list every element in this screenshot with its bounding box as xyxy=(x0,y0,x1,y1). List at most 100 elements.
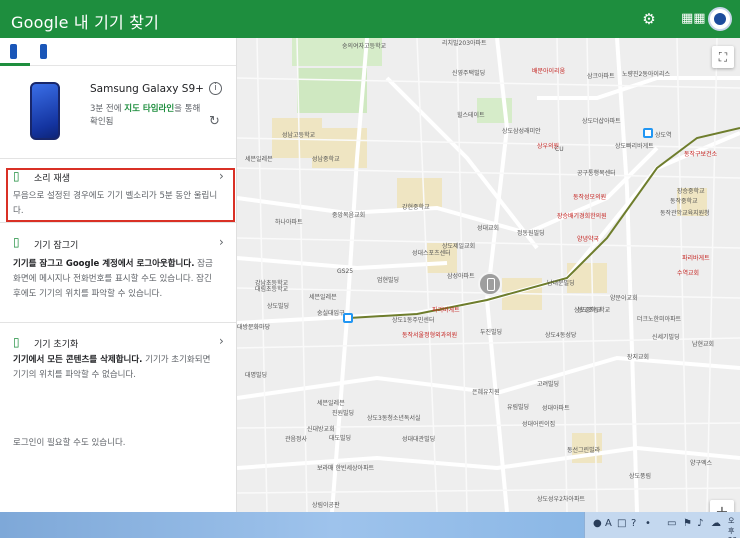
map-label: 고려빌딩 xyxy=(537,381,560,388)
ringing-phone-icon: ▯ xyxy=(13,169,20,183)
chevron-right-icon: › xyxy=(219,334,224,348)
erase-device-description-bold: 기기에서 모든 콘텐츠를 삭제합니다. xyxy=(13,355,143,365)
map-label: 동작성모의원 xyxy=(573,194,607,201)
map-label: 동작구보건소 xyxy=(684,151,718,158)
map-label: 상도더샵아파트 xyxy=(582,118,621,125)
info-icon[interactable]: i xyxy=(209,82,222,95)
last-seen-text: 3분 전에 지도 타임라인을 통해 확인됨 xyxy=(90,103,210,129)
map-label: 세븐일레븐 xyxy=(245,156,273,163)
map-label: 성대대관빌딩 xyxy=(402,436,436,443)
play-sound-action[interactable]: ▯ 소리 재생 › 무음으로 설정된 경우에도 기기 벨소리가 5분 동안 울립… xyxy=(0,158,236,222)
map-label: 엄현빌딩 xyxy=(377,277,400,284)
map-label: 상도1동주민센터 xyxy=(392,317,435,324)
map-label: 상도풍림 xyxy=(629,473,652,480)
subway-station-marker[interactable] xyxy=(343,313,353,323)
find-my-device-app: Google 내 기기 찾기 ⚙ ▦▦ Samsung Galaxy S9+ 3… xyxy=(0,0,740,538)
ime-icon[interactable]: □ xyxy=(617,518,626,529)
map-label: 성대교회 xyxy=(477,225,500,232)
map-view[interactable]: 숭의여자고등학교 리치빌203아파트 신영주택빌딩 배문아이리움 삼크아파트 노… xyxy=(237,38,740,512)
lock-phone-icon: ▯ xyxy=(13,235,20,249)
map-label: 힐스테이트 xyxy=(457,112,485,119)
map-label: 상도삼성래미안 xyxy=(502,128,541,135)
avatar[interactable] xyxy=(708,7,732,31)
last-seen-prefix: 3분 전에 xyxy=(90,104,122,114)
subway-station-marker[interactable] xyxy=(643,128,653,138)
secure-device-action[interactable]: ▯ 기기 잠그기 › 기기를 잠그고 Google 계정에서 로그아웃합니다. … xyxy=(0,222,236,314)
map-label: 숭실대입구 xyxy=(317,310,345,317)
map-label: 양녕약국 xyxy=(577,236,600,243)
chevron-right-icon: › xyxy=(219,169,224,183)
gear-icon[interactable]: ⚙ xyxy=(639,9,659,29)
timeline-link[interactable]: 지도 타임라인 xyxy=(124,104,174,114)
map-label: 상도빠리바게트 xyxy=(615,143,654,150)
map-label: 정동원빌딩 xyxy=(517,230,545,237)
map-label: 진원빌딩 xyxy=(332,410,355,417)
erase-device-title: 기기 초기화 xyxy=(34,340,79,350)
device-tabs xyxy=(0,38,236,66)
map-label: 남대문빌딩 xyxy=(547,280,575,287)
map-label: 장승중학교 xyxy=(677,188,705,195)
device-location-marker[interactable] xyxy=(478,272,502,296)
device-tab-phone-1[interactable] xyxy=(10,44,17,59)
map-label: 양구엑스 xyxy=(690,460,713,467)
mic-icon[interactable]: • xyxy=(645,518,651,529)
apps-grid-icon[interactable]: ▦▦ xyxy=(681,9,706,29)
map-label: 세븐일레븐 xyxy=(317,400,345,407)
map-label: 세븐일레븐 xyxy=(309,294,337,301)
map-label: 더크노한미아파트 xyxy=(637,316,682,323)
map-label: 대명빌딩 xyxy=(245,372,268,379)
flag-icon[interactable]: ⚑ xyxy=(683,518,692,529)
map-label: 은혜유치원 xyxy=(472,389,500,396)
map-label: 삼크아파트 xyxy=(587,73,615,80)
refresh-icon[interactable]: ↻ xyxy=(209,114,220,129)
sidebar: Samsung Galaxy S9+ 3분 전에 지도 타임라인을 통해 확인됨… xyxy=(0,38,237,512)
clock[interactable]: 오후 20 xyxy=(728,516,740,538)
map-label: 보라매 한빈세상아파트 xyxy=(317,465,375,472)
app-title[interactable]: Google 내 기기 찾기 xyxy=(11,9,159,33)
map-label: 두진빌딩 xyxy=(480,329,503,336)
play-sound-description: 무음으로 설정된 경우에도 기기 벨소리가 5분 동안 울립니다. xyxy=(13,191,218,216)
network-icon[interactable]: ● xyxy=(593,518,602,529)
keyboard-icon[interactable]: A xyxy=(605,518,612,529)
map-label: 성남고등학교 xyxy=(282,132,316,139)
map-label: 파리바게트 xyxy=(682,255,710,262)
map-label: 동작관악교육지원청 xyxy=(660,210,710,217)
monitor-icon[interactable]: ▭ xyxy=(667,518,676,529)
map-label: 유림빌딩 xyxy=(507,404,530,411)
map-label: 양문이교회 xyxy=(610,295,638,302)
map-label: 상도빌딩 xyxy=(267,303,290,310)
login-note: 로그인이 필요할 수도 있습니다. xyxy=(13,438,126,448)
map-label: 상도성우2차아파트 xyxy=(537,496,585,503)
cloud-icon[interactable]: ☁ xyxy=(711,518,721,529)
map-label: 신세기빌딩 xyxy=(652,334,680,341)
map-label: GS25 xyxy=(337,268,354,275)
map-label: 강현중학교 xyxy=(402,204,430,211)
map-label: 리치빌203아파트 xyxy=(442,40,487,47)
map-label: 대방문화마당 xyxy=(237,324,271,331)
map-label: 관음정사 xyxy=(285,436,308,443)
map-label: 성대아파트 xyxy=(542,405,570,412)
zoom-in-button[interactable]: + xyxy=(710,500,734,512)
map-label: 상림이공판 xyxy=(312,502,340,509)
volume-icon[interactable]: ♪ xyxy=(697,518,703,529)
map-label: 성남중학교 xyxy=(312,156,340,163)
map-label: 공구통행복센터 xyxy=(577,170,616,177)
map-label: 동작서울정형외과의원 xyxy=(402,332,458,339)
clock-time: 오후 xyxy=(728,517,735,535)
map-label: 대도빌딩 xyxy=(329,435,352,442)
erase-phone-icon: ▯ xyxy=(13,335,20,349)
device-tab-phone-2[interactable] xyxy=(40,44,47,59)
fullscreen-button[interactable]: ⛶ xyxy=(712,46,734,68)
help-icon[interactable]: ? xyxy=(631,518,636,529)
taskbar: ● A □ ? • ▭ ⚑ ♪ ☁ 오후 20 xyxy=(0,512,740,538)
map-label: 상도4동성당 xyxy=(545,332,577,339)
map-label: 상도중학교 xyxy=(574,307,602,314)
map-label: 대림초등학교 xyxy=(255,286,289,293)
map-label: 노량진2동아이리스 xyxy=(622,71,670,78)
map-label: 하나아파트 xyxy=(275,219,303,226)
map-label: CU xyxy=(555,146,564,153)
map-label: 남현교회 xyxy=(692,341,715,348)
erase-device-action[interactable]: ▯ 기기 초기화 › 기기에서 모든 콘텐츠를 삭제합니다. 기기가 초기화되면… xyxy=(0,322,236,412)
map-label: 상도3동청소년독서실 xyxy=(367,415,421,422)
secure-device-title: 기기 잠그기 xyxy=(34,241,79,251)
